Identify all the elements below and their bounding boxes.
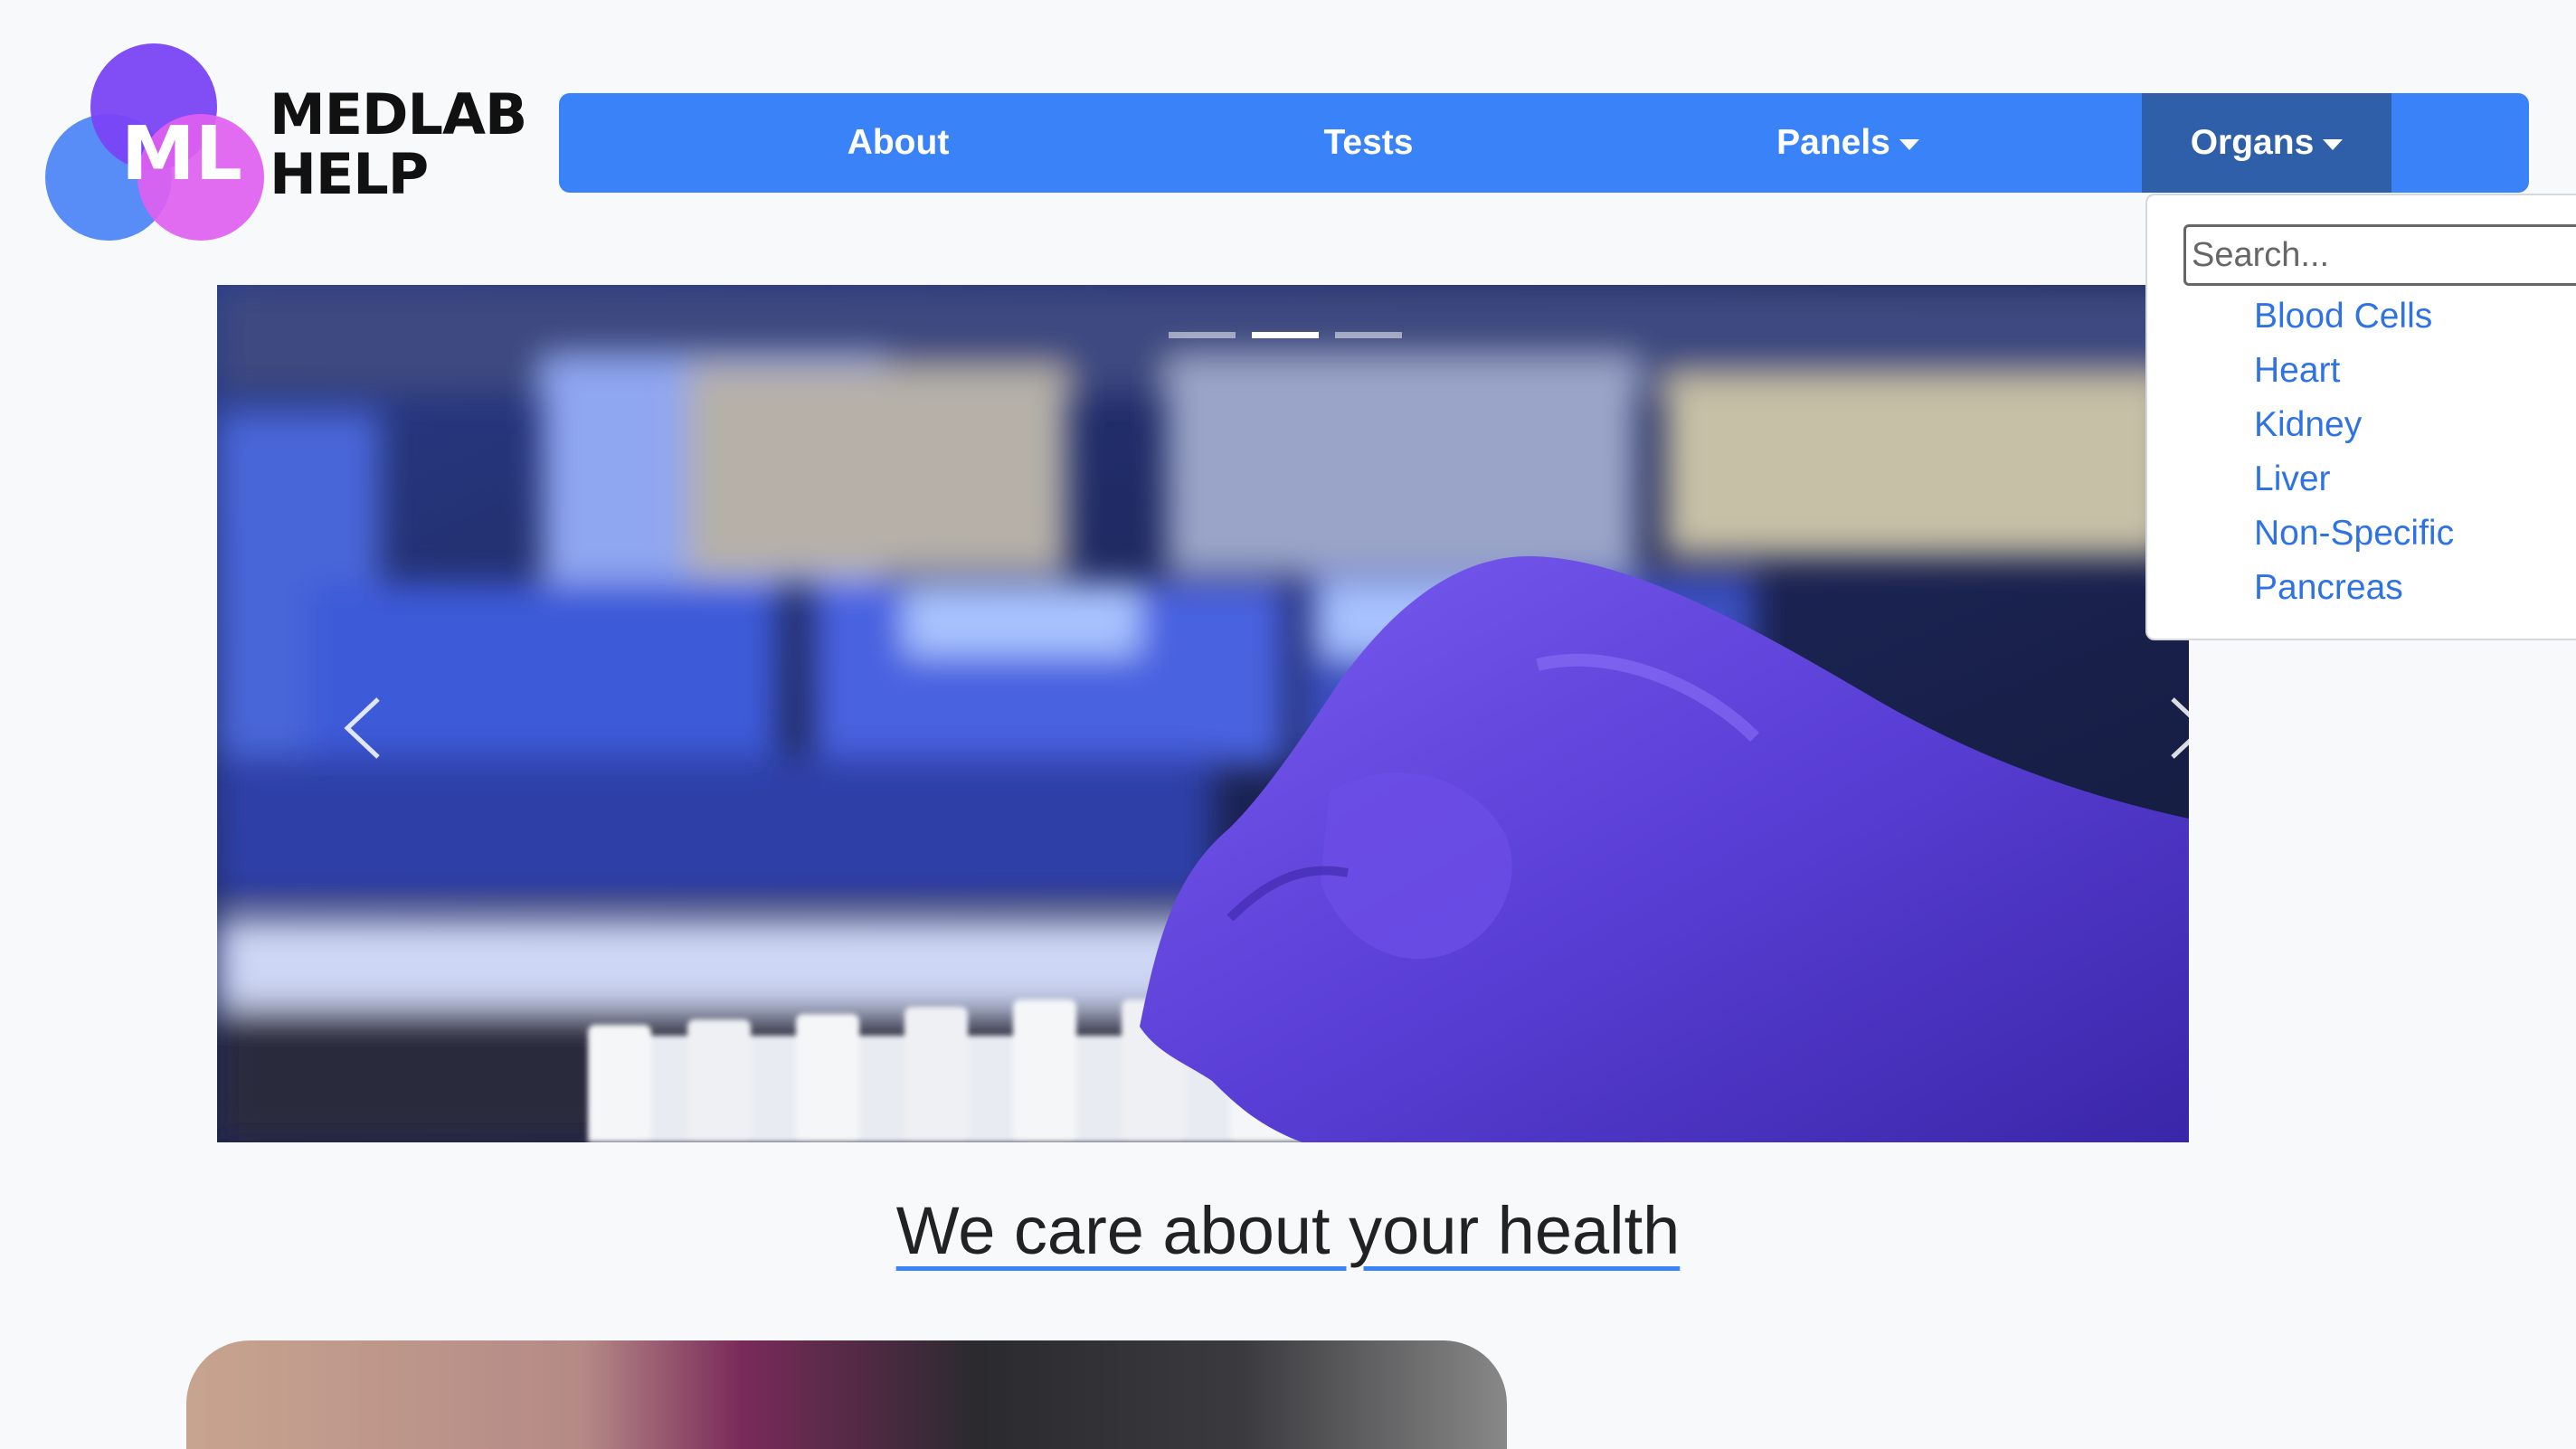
carousel-next-button[interactable]	[2153, 674, 2189, 782]
nav-about-link[interactable]: About	[722, 93, 1075, 193]
hero-image-lab-glove	[217, 285, 2189, 1142]
nav-tests-label: Tests	[1323, 123, 1414, 162]
nav-tests-link[interactable]: Tests	[1192, 93, 1545, 193]
carousel-indicators	[1169, 332, 1402, 338]
organs-dropdown-menu: Blood Cells Heart Kidney Liver Non-Speci…	[2145, 194, 2576, 640]
organs-list: Blood Cells Heart Kidney Liver Non-Speci…	[2254, 289, 2454, 615]
carousel-prev-button[interactable]	[326, 674, 398, 782]
organs-item-blood-cells[interactable]: Blood Cells	[2254, 289, 2454, 344]
organs-item-kidney[interactable]: Kidney	[2254, 398, 2454, 452]
main-navbar: About Tests Panels Organs	[559, 93, 2529, 193]
nav-organs-label: Organs	[2190, 123, 2315, 162]
caret-down-icon	[2323, 138, 2344, 150]
logo-circles: ML	[45, 43, 264, 241]
chevron-left-icon	[344, 697, 380, 759]
logo-monogram: ML	[121, 111, 242, 197]
carousel-indicator-3[interactable]	[1335, 332, 1402, 338]
headline-link[interactable]: We care about your health	[0, 1192, 2576, 1269]
logo-wordmark: MEDLAB HELP	[270, 81, 527, 207]
logo-line-2: HELP	[270, 141, 429, 207]
hero-carousel	[217, 285, 2189, 1142]
logo-line-1: MEDLAB	[270, 81, 527, 147]
feature-card-image	[186, 1340, 1507, 1449]
organs-item-liver[interactable]: Liver	[2254, 452, 2454, 507]
carousel-indicator-2[interactable]	[1252, 332, 1319, 338]
organs-search-input[interactable]	[2183, 224, 2576, 286]
nav-about-label: About	[847, 123, 950, 162]
chevron-right-icon	[2171, 697, 2189, 759]
organs-item-pancreas[interactable]: Pancreas	[2254, 561, 2454, 615]
nav-panels-dropdown-toggle[interactable]: Panels	[1672, 93, 2024, 193]
nav-organs-dropdown-toggle[interactable]: Organs	[2142, 93, 2391, 193]
organs-item-heart[interactable]: Heart	[2254, 344, 2454, 398]
logo[interactable]: ML MEDLAB HELP	[45, 43, 527, 251]
organs-item-non-specific[interactable]: Non-Specific	[2254, 507, 2454, 561]
carousel-indicator-1[interactable]	[1169, 332, 1236, 338]
caret-down-icon	[1899, 138, 1919, 150]
nav-panels-label: Panels	[1776, 123, 1890, 162]
